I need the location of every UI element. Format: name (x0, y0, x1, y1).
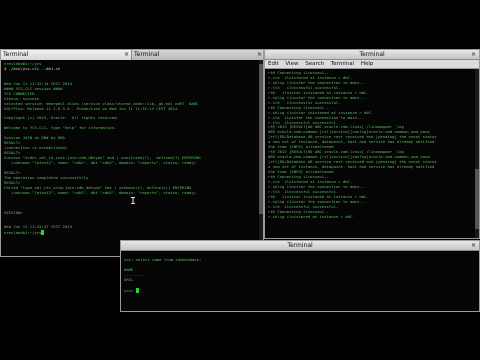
terminal-output-right[interactable]: rt@ Coonecting ilcosseul... r.sle ilnista… (265, 69, 479, 238)
window-title: Terminal (359, 51, 385, 58)
menu-terminal[interactable]: Terminal (331, 61, 354, 67)
scrollbar[interactable] (259, 60, 263, 256)
tab-bar: Terminal × Terminal × (1, 50, 263, 60)
text-cursor-icon: I (130, 196, 137, 207)
scrollbar-thumb[interactable] (475, 169, 479, 229)
title-bar: Terminal × (265, 50, 479, 60)
window-title: Terminal (287, 242, 313, 249)
terminal-window-right[interactable]: Terminal × Edit View Search Terminal Hel… (264, 49, 480, 239)
terminal-output-bottom[interactable]: ycs: select name from v$database; NAME --… (121, 251, 479, 311)
title-bar: Terminal × (121, 241, 479, 251)
tab-label: Terminal (3, 51, 29, 58)
menu-bar: Edit View Search Terminal Help (265, 60, 479, 69)
terminal-cursor (41, 230, 45, 236)
terminal-line: r.shlig ilnistared at instance > dbC. (268, 213, 355, 219)
tab-terminal-2[interactable]: Terminal × (132, 50, 263, 60)
menu-search[interactable]: Search (305, 61, 324, 67)
scrollbar[interactable] (475, 69, 479, 238)
close-icon[interactable]: × (471, 50, 476, 60)
terminal-line: ycs> (124, 287, 476, 294)
terminal-line: nreslebdb1:~/ycs (4, 230, 260, 236)
close-icon[interactable]: × (471, 241, 476, 251)
tab-close-icon[interactable]: × (257, 50, 262, 60)
terminal-window-bottom[interactable]: Terminal × ycs: select name from v$datab… (120, 240, 480, 312)
scrollbar-thumb[interactable] (259, 64, 263, 214)
terminal-cursor (135, 287, 139, 293)
tab-terminal-1[interactable]: Terminal × (1, 50, 132, 60)
tab-label: Terminal (134, 51, 160, 58)
menu-edit[interactable]: Edit (268, 61, 279, 67)
menu-help[interactable]: Help (361, 61, 374, 67)
tab-close-icon[interactable]: × (124, 50, 129, 60)
menu-view[interactable]: View (285, 61, 298, 67)
terminal-window-main[interactable]: Terminal × Terminal × nreslebdb1:~/ycs $ … (0, 49, 264, 257)
terminal-output-main[interactable]: nreslebdb1:~/ycs $ ./bin/ycs-cli --db1.ch… (1, 60, 263, 256)
